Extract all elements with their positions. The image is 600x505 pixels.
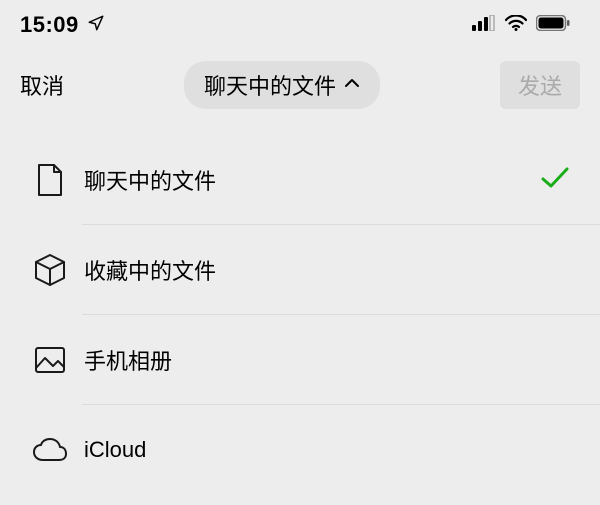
image-icon — [32, 346, 68, 374]
status-right — [472, 15, 570, 36]
status-time: 15:09 — [20, 12, 79, 38]
status-bar: 15:09 — [0, 0, 600, 50]
cellular-icon — [472, 15, 496, 36]
title-text: 聊天中的文件 — [204, 69, 336, 101]
file-icon — [32, 163, 68, 197]
chevron-up-icon — [344, 76, 360, 94]
status-left: 15:09 — [20, 12, 105, 38]
send-button[interactable]: 发送 — [500, 61, 580, 109]
cube-icon — [32, 253, 68, 287]
list-item[interactable]: 聊天中的文件 — [0, 135, 600, 225]
title-dropdown[interactable]: 聊天中的文件 — [184, 61, 380, 109]
list-item[interactable]: 收藏中的文件 — [0, 225, 600, 315]
cancel-button[interactable]: 取消 — [20, 69, 64, 101]
check-icon — [540, 166, 570, 195]
cloud-icon — [32, 437, 68, 463]
send-button-label: 发送 — [518, 74, 562, 99]
list-item[interactable]: 手机相册 — [0, 315, 600, 405]
list-item-label: 手机相册 — [84, 344, 570, 376]
list-item-label: 收藏中的文件 — [84, 254, 570, 286]
list-item-label: iCloud — [84, 437, 570, 463]
battery-icon — [536, 15, 570, 36]
location-icon — [87, 14, 105, 37]
list-item[interactable]: iCloud — [0, 405, 600, 495]
list-item-label: 聊天中的文件 — [84, 164, 540, 196]
wifi-icon — [505, 15, 527, 36]
nav-bar: 取消 聊天中的文件 发送 — [0, 50, 600, 120]
source-list: 聊天中的文件 收藏中的文件 手机相册 iCloud — [0, 135, 600, 495]
